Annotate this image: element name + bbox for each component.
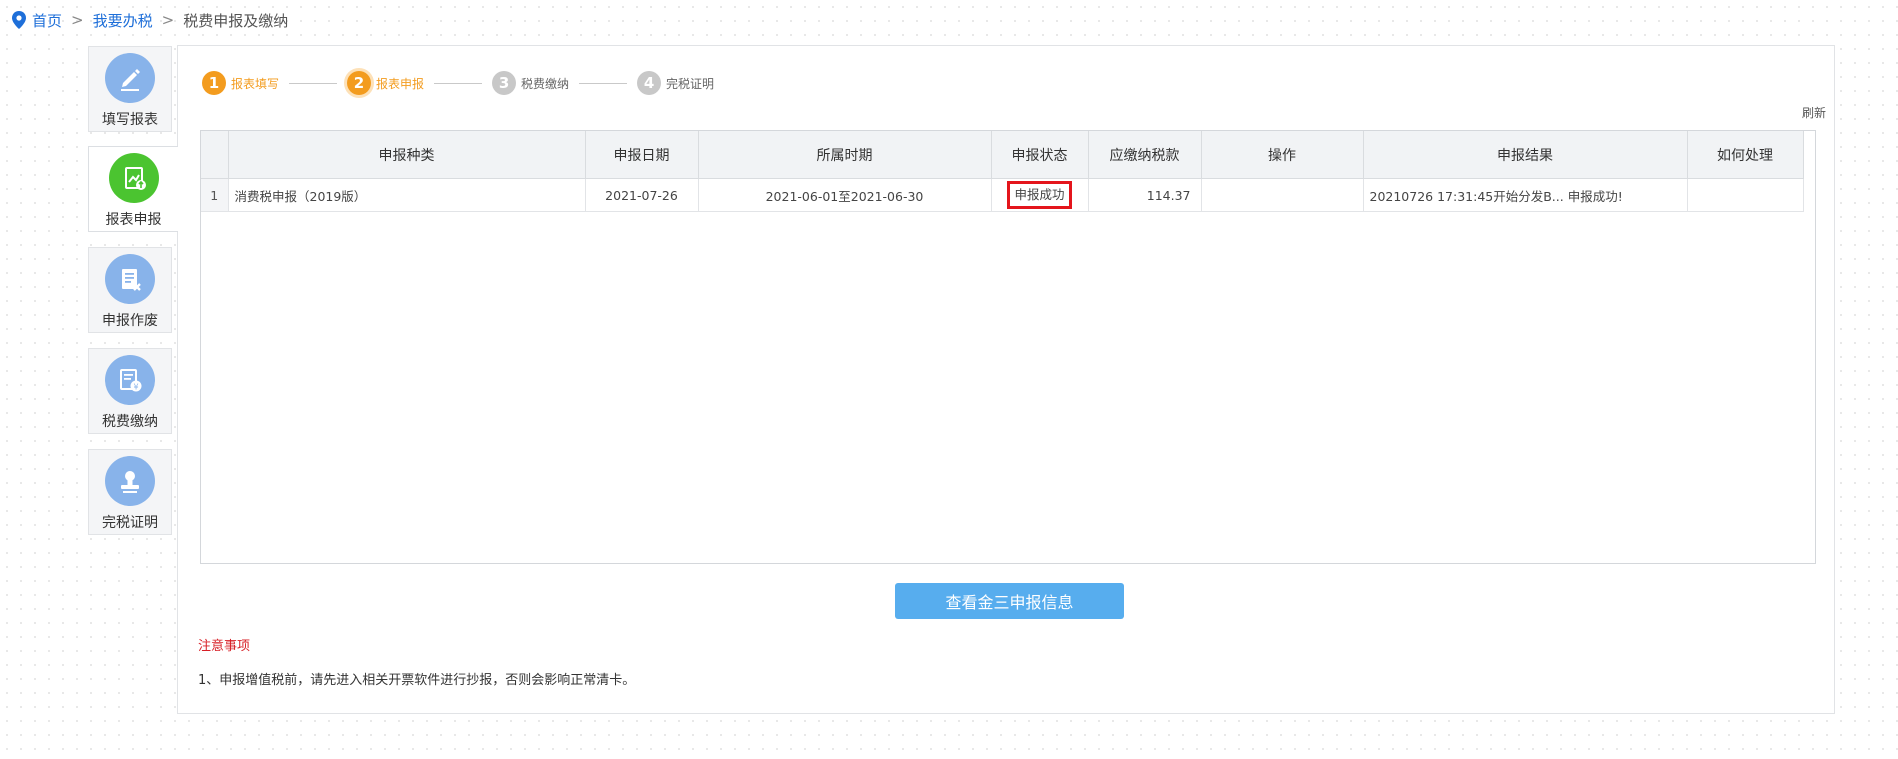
breadcrumb-home-link[interactable]: 首页 — [32, 10, 62, 31]
sidebar-item-fill-report[interactable]: 填写报表 — [88, 46, 172, 132]
step-indicator: 1 报表填写 2 报表申报 3 税费缴纳 4 完税证明 — [202, 68, 714, 98]
cell-amount: 114.37 — [1088, 178, 1202, 212]
step-connector — [434, 82, 483, 84]
step-4: 4 完税证明 — [637, 71, 714, 95]
column-header-handling[interactable]: 如何处理 — [1687, 131, 1804, 179]
refresh-link[interactable]: 刷新 — [1802, 104, 1826, 121]
step-2: 2 报表申报 — [347, 71, 424, 95]
sidebar-item-report-declare[interactable]: 报表申报 — [88, 146, 178, 232]
step-label: 税费缴纳 — [521, 76, 570, 91]
declaration-table: 申报种类 申报日期 所属时期 申报状态 应缴纳税款 操作 申报结果 如何处理 1… — [200, 130, 1816, 564]
sidebar-item-declare-void[interactable]: 申报作废 — [88, 247, 172, 333]
cell-handling — [1687, 178, 1804, 212]
cell-type: 消费税申报（2019版） — [228, 178, 586, 212]
column-header-period[interactable]: 所属时期 — [698, 131, 992, 179]
notice-title: 注意事项 — [198, 639, 251, 654]
cell-date: 2021-07-26 — [585, 178, 699, 212]
step-number: 4 — [637, 71, 662, 95]
sidebar-item-label: 完税证明 — [102, 515, 158, 531]
pencil-icon — [105, 53, 155, 103]
column-header-amount[interactable]: 应缴纳税款 — [1088, 131, 1202, 179]
step-connector — [579, 82, 628, 84]
table-header-row: 申报种类 申报日期 所属时期 申报状态 应缴纳税款 操作 申报结果 如何处理 — [201, 131, 1804, 179]
cell-period: 2021-06-01至2021-06-30 — [698, 178, 992, 212]
cell-result: 20210726 17:31:45开始分发B... 申报成功! — [1363, 178, 1688, 212]
column-header-type[interactable]: 申报种类 — [228, 131, 586, 179]
document-cancel-icon — [105, 254, 155, 304]
cell-operation[interactable] — [1201, 178, 1364, 212]
certificate-stamp-icon — [105, 456, 155, 506]
svg-text:¥: ¥ — [133, 383, 138, 392]
breadcrumb-separator: > — [71, 11, 84, 29]
step-number: 3 — [492, 71, 517, 95]
column-header-operation[interactable]: 操作 — [1201, 131, 1364, 179]
step-label: 完税证明 — [666, 76, 715, 91]
report-upload-icon — [108, 153, 159, 203]
column-header-status[interactable]: 申报状态 — [991, 131, 1089, 179]
sidebar-item-label: 填写报表 — [102, 112, 158, 128]
row-index: 1 — [201, 178, 229, 212]
breadcrumb-current: 税费申报及缴纳 — [183, 11, 289, 30]
column-header-date[interactable]: 申报日期 — [585, 131, 699, 179]
table-row[interactable]: 1 消费税申报（2019版） 2021-07-26 2021-06-01至202… — [201, 178, 1804, 212]
status-badge: 申报成功 — [1007, 181, 1072, 209]
step-number: 1 — [202, 71, 226, 95]
tax-payment-icon: ¥ — [105, 355, 155, 405]
sidebar-item-label: 报表申报 — [105, 212, 162, 228]
sidebar-item-tax-payment[interactable]: ¥ 税费缴纳 — [88, 348, 172, 434]
cell-status: 申报成功 — [991, 178, 1089, 212]
breadcrumb-separator: > — [161, 11, 175, 29]
breadcrumb-section-link[interactable]: 我要办税 — [93, 10, 153, 31]
step-number: 2 — [347, 71, 372, 95]
breadcrumb: 首页 > 我要办税 > 税费申报及缴纳 — [12, 10, 288, 30]
query-jinsan-button[interactable]: 查看金三申报信息 — [895, 583, 1124, 619]
location-pin-icon — [12, 11, 26, 29]
step-3: 3 税费缴纳 — [492, 71, 569, 95]
notice-text: 1、申报增值税前，请先进入相关开票软件进行抄报，否则会影响正常清卡。 — [198, 673, 636, 688]
column-header-result[interactable]: 申报结果 — [1363, 131, 1688, 179]
sidebar-item-tax-certificate[interactable]: 完税证明 — [88, 449, 172, 535]
column-header-index — [201, 131, 229, 179]
sidebar-item-label: 税费缴纳 — [102, 414, 158, 430]
step-label: 报表申报 — [376, 76, 425, 91]
sidebar-item-label: 申报作废 — [102, 313, 158, 329]
step-connector — [289, 82, 338, 84]
step-1: 1 报表填写 — [202, 71, 279, 95]
step-label: 报表填写 — [231, 76, 280, 91]
